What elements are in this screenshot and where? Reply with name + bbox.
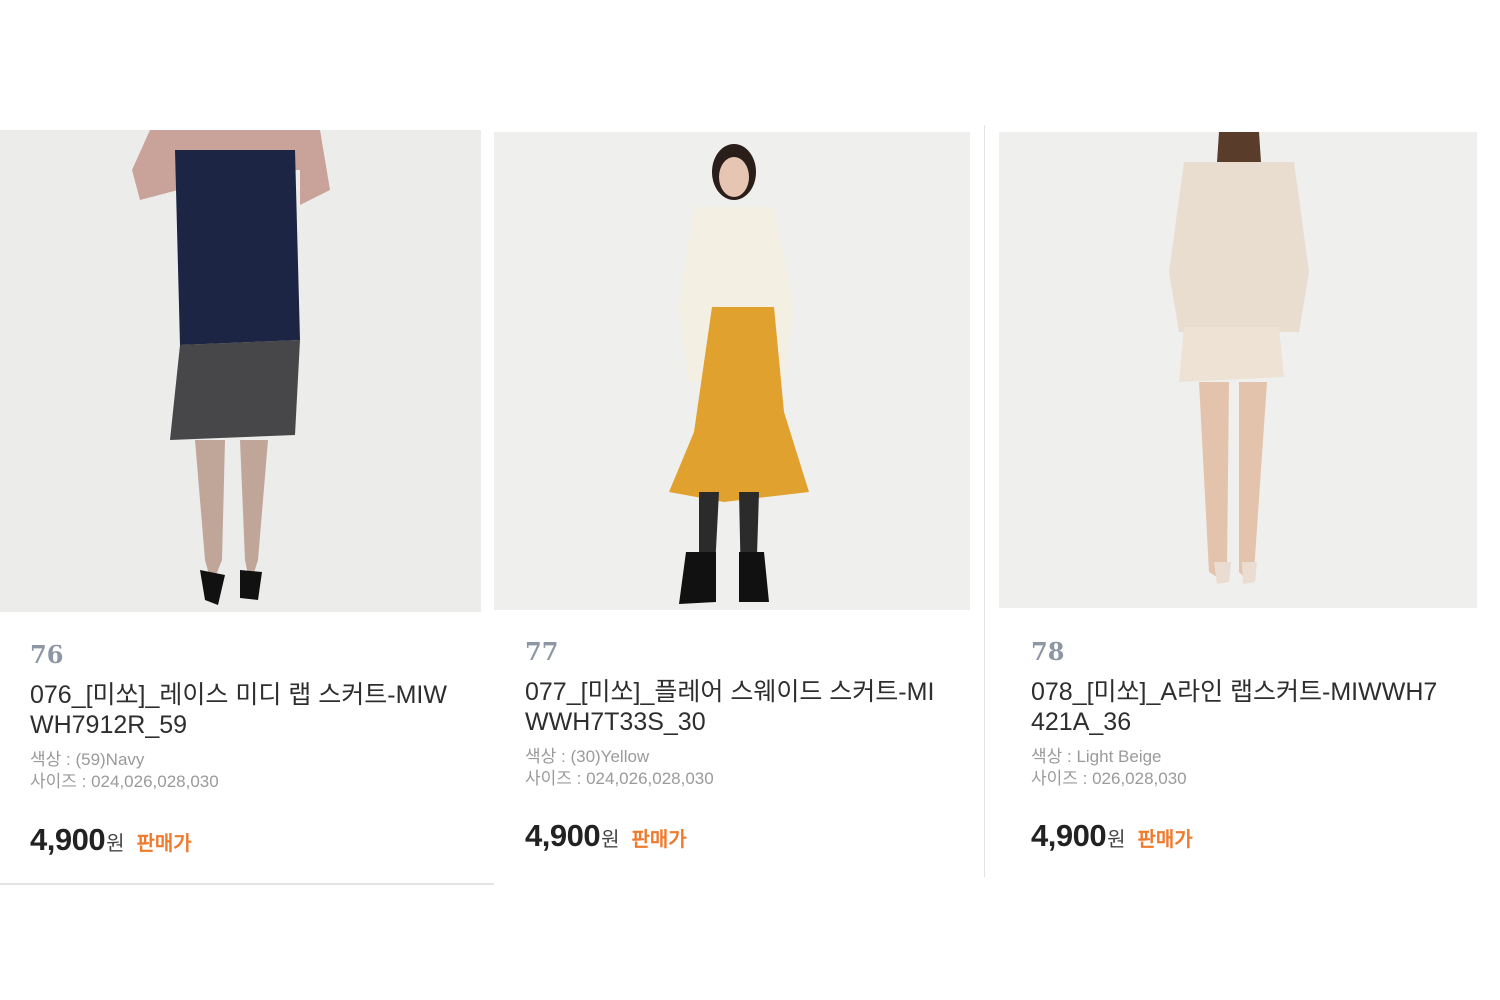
product-image[interactable] xyxy=(494,132,970,610)
sale-price-label: 판매가 xyxy=(1137,829,1193,851)
card-divider xyxy=(984,125,985,877)
product-image[interactable] xyxy=(999,132,1477,608)
sale-price-label: 판매가 xyxy=(631,829,687,851)
product-sizes: 사이즈 : 026,028,030 xyxy=(1031,769,1187,788)
navy-lace-skirt-photo xyxy=(0,130,481,612)
product-sizes: 사이즈 : 024,026,028,030 xyxy=(30,772,219,791)
product-meta: 색상 : (30)Yellow 사이즈 : 024,026,028,030 xyxy=(525,746,714,790)
beige-wrap-skirt-photo xyxy=(999,132,1477,608)
sale-price-label: 판매가 xyxy=(136,833,192,855)
product-title[interactable]: 076_[미쏘]_레이스 미디 랩 스커트-MIWWH7912R_59 xyxy=(30,680,450,740)
product-title[interactable]: 078_[미쏘]_A라인 랩스커트-MIWWH7421A_36 xyxy=(1031,677,1451,737)
product-image[interactable] xyxy=(0,130,481,612)
product-color: 색상 : Light Beige xyxy=(1031,747,1162,766)
row-divider xyxy=(0,883,494,885)
product-meta: 색상 : Light Beige 사이즈 : 026,028,030 xyxy=(1031,746,1187,790)
price-row: 4,900원 판매가 xyxy=(1031,818,1193,854)
yellow-suede-skirt-photo xyxy=(494,132,970,610)
price-row: 4,900원 판매가 xyxy=(525,818,687,854)
product-title[interactable]: 077_[미쏘]_플레어 스웨이드 스커트-MIWWH7T33S_30 xyxy=(525,677,945,737)
product-sizes: 사이즈 : 024,026,028,030 xyxy=(525,769,714,788)
price-row: 4,900원 판매가 xyxy=(30,822,192,858)
product-color: 색상 : (30)Yellow xyxy=(525,747,650,766)
product-number: 77 xyxy=(525,637,559,666)
product-number: 76 xyxy=(30,640,64,669)
currency-unit: 원 xyxy=(106,833,125,855)
product-price: 4,900 xyxy=(1031,818,1107,853)
product-price: 4,900 xyxy=(525,818,601,853)
currency-unit: 원 xyxy=(1107,829,1126,851)
product-color: 색상 : (59)Navy xyxy=(30,750,145,769)
currency-unit: 원 xyxy=(601,829,620,851)
product-number: 78 xyxy=(1031,637,1065,666)
product-price: 4,900 xyxy=(30,822,106,857)
product-meta: 색상 : (59)Navy 사이즈 : 024,026,028,030 xyxy=(30,749,219,793)
